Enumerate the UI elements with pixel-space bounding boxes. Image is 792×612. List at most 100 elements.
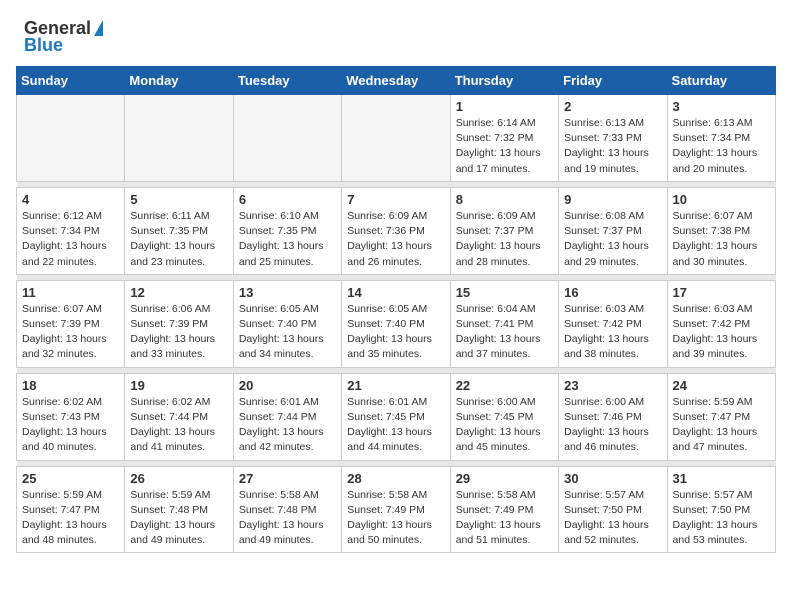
day-detail: Sunrise: 5:57 AMSunset: 7:50 PMDaylight:… <box>564 488 661 549</box>
day-number: 6 <box>239 192 336 207</box>
day-number: 5 <box>130 192 227 207</box>
day-number: 10 <box>673 192 770 207</box>
calendar-cell: 15 Sunrise: 6:04 AMSunset: 7:41 PMDayligh… <box>450 280 558 367</box>
day-number: 1 <box>456 99 553 114</box>
calendar-cell: 30 Sunrise: 5:57 AMSunset: 7:50 PMDayligh… <box>559 466 667 553</box>
calendar-body: 1 Sunrise: 6:14 AMSunset: 7:32 PMDaylight… <box>17 95 776 553</box>
day-detail: Sunrise: 6:03 AMSunset: 7:42 PMDaylight:… <box>564 302 661 363</box>
day-number: 15 <box>456 285 553 300</box>
day-number: 16 <box>564 285 661 300</box>
day-detail: Sunrise: 6:13 AMSunset: 7:33 PMDaylight:… <box>564 116 661 177</box>
calendar-cell <box>125 95 233 182</box>
calendar-cell <box>233 95 341 182</box>
day-detail: Sunrise: 6:06 AMSunset: 7:39 PMDaylight:… <box>130 302 227 363</box>
weekday-row: SundayMondayTuesdayWednesdayThursdayFrid… <box>17 67 776 95</box>
calendar-cell: 13 Sunrise: 6:05 AMSunset: 7:40 PMDayligh… <box>233 280 341 367</box>
calendar-cell <box>342 95 450 182</box>
day-detail: Sunrise: 5:58 AMSunset: 7:48 PMDaylight:… <box>239 488 336 549</box>
day-number: 30 <box>564 471 661 486</box>
calendar-cell <box>17 95 125 182</box>
logo: General Blue <box>24 18 103 56</box>
day-number: 31 <box>673 471 770 486</box>
day-number: 9 <box>564 192 661 207</box>
calendar-header: SundayMondayTuesdayWednesdayThursdayFrid… <box>17 67 776 95</box>
day-number: 21 <box>347 378 444 393</box>
day-number: 18 <box>22 378 119 393</box>
day-number: 7 <box>347 192 444 207</box>
calendar-cell: 24 Sunrise: 5:59 AMSunset: 7:47 PMDayligh… <box>667 373 775 460</box>
calendar-cell: 7 Sunrise: 6:09 AMSunset: 7:36 PMDaylight… <box>342 187 450 274</box>
day-detail: Sunrise: 6:10 AMSunset: 7:35 PMDaylight:… <box>239 209 336 270</box>
calendar-cell: 26Sunrise: 5:59 AMSunset: 7:48 PMDayligh… <box>125 466 233 553</box>
day-number: 17 <box>673 285 770 300</box>
day-detail: Sunrise: 5:57 AMSunset: 7:50 PMDaylight:… <box>673 488 770 549</box>
week-row-4: 18 Sunrise: 6:02 AMSunset: 7:43 PMDayligh… <box>17 373 776 460</box>
day-detail: Sunrise: 6:13 AMSunset: 7:34 PMDaylight:… <box>673 116 770 177</box>
day-detail: Sunrise: 6:01 AMSunset: 7:44 PMDaylight:… <box>239 395 336 456</box>
day-number: 12 <box>130 285 227 300</box>
day-detail: Sunrise: 5:59 AMSunset: 7:47 PMDaylight:… <box>22 488 119 549</box>
calendar-cell: 1 Sunrise: 6:14 AMSunset: 7:32 PMDaylight… <box>450 95 558 182</box>
week-row-2: 4 Sunrise: 6:12 AMSunset: 7:34 PMDaylight… <box>17 187 776 274</box>
weekday-header-sunday: Sunday <box>17 67 125 95</box>
week-row-3: 11Sunrise: 6:07 AMSunset: 7:39 PMDayligh… <box>17 280 776 367</box>
calendar-cell: 17Sunrise: 6:03 AMSunset: 7:42 PMDayligh… <box>667 280 775 367</box>
day-number: 14 <box>347 285 444 300</box>
calendar-cell: 18 Sunrise: 6:02 AMSunset: 7:43 PMDayligh… <box>17 373 125 460</box>
day-detail: Sunrise: 5:59 AMSunset: 7:47 PMDaylight:… <box>673 395 770 456</box>
calendar-cell: 5 Sunrise: 6:11 AMSunset: 7:35 PMDaylight… <box>125 187 233 274</box>
day-number: 4 <box>22 192 119 207</box>
week-row-5: 25 Sunrise: 5:59 AMSunset: 7:47 PMDayligh… <box>17 466 776 553</box>
calendar-cell: 16 Sunrise: 6:03 AMSunset: 7:42 PMDayligh… <box>559 280 667 367</box>
day-detail: Sunrise: 6:14 AMSunset: 7:32 PMDaylight:… <box>456 116 553 177</box>
calendar-cell: 3 Sunrise: 6:13 AMSunset: 7:34 PMDaylight… <box>667 95 775 182</box>
weekday-header-thursday: Thursday <box>450 67 558 95</box>
day-number: 23 <box>564 378 661 393</box>
day-detail: Sunrise: 6:09 AMSunset: 7:36 PMDaylight:… <box>347 209 444 270</box>
day-detail: Sunrise: 6:09 AMSunset: 7:37 PMDaylight:… <box>456 209 553 270</box>
weekday-header-monday: Monday <box>125 67 233 95</box>
day-detail: Sunrise: 6:02 AMSunset: 7:44 PMDaylight:… <box>130 395 227 456</box>
day-number: 29 <box>456 471 553 486</box>
calendar-cell: 22Sunrise: 6:00 AMSunset: 7:45 PMDayligh… <box>450 373 558 460</box>
week-row-1: 1 Sunrise: 6:14 AMSunset: 7:32 PMDaylight… <box>17 95 776 182</box>
day-detail: Sunrise: 6:07 AMSunset: 7:38 PMDaylight:… <box>673 209 770 270</box>
calendar-cell: 23 Sunrise: 6:00 AMSunset: 7:46 PMDayligh… <box>559 373 667 460</box>
page-header: General Blue <box>0 0 792 66</box>
day-number: 25 <box>22 471 119 486</box>
calendar-cell: 20Sunrise: 6:01 AMSunset: 7:44 PMDayligh… <box>233 373 341 460</box>
day-detail: Sunrise: 6:00 AMSunset: 7:45 PMDaylight:… <box>456 395 553 456</box>
logo-triangle-icon <box>94 20 103 36</box>
calendar-cell: 10 Sunrise: 6:07 AMSunset: 7:38 PMDayligh… <box>667 187 775 274</box>
day-number: 27 <box>239 471 336 486</box>
calendar-table: SundayMondayTuesdayWednesdayThursdayFrid… <box>16 66 776 553</box>
day-detail: Sunrise: 6:05 AMSunset: 7:40 PMDaylight:… <box>239 302 336 363</box>
day-detail: Sunrise: 6:07 AMSunset: 7:39 PMDaylight:… <box>22 302 119 363</box>
calendar-cell: 6 Sunrise: 6:10 AMSunset: 7:35 PMDaylight… <box>233 187 341 274</box>
calendar: SundayMondayTuesdayWednesdayThursdayFrid… <box>0 66 792 569</box>
day-detail: Sunrise: 5:59 AMSunset: 7:48 PMDaylight:… <box>130 488 227 549</box>
weekday-header-friday: Friday <box>559 67 667 95</box>
day-detail: Sunrise: 6:04 AMSunset: 7:41 PMDaylight:… <box>456 302 553 363</box>
calendar-cell: 14 Sunrise: 6:05 AMSunset: 7:40 PMDayligh… <box>342 280 450 367</box>
day-number: 2 <box>564 99 661 114</box>
day-number: 8 <box>456 192 553 207</box>
day-detail: Sunrise: 6:11 AMSunset: 7:35 PMDaylight:… <box>130 209 227 270</box>
calendar-cell: 19Sunrise: 6:02 AMSunset: 7:44 PMDayligh… <box>125 373 233 460</box>
day-detail: Sunrise: 6:05 AMSunset: 7:40 PMDaylight:… <box>347 302 444 363</box>
day-number: 24 <box>673 378 770 393</box>
calendar-cell: 29Sunrise: 5:58 AMSunset: 7:49 PMDayligh… <box>450 466 558 553</box>
logo-blue-text: Blue <box>24 35 63 56</box>
calendar-cell: 21Sunrise: 6:01 AMSunset: 7:45 PMDayligh… <box>342 373 450 460</box>
day-detail: Sunrise: 6:12 AMSunset: 7:34 PMDaylight:… <box>22 209 119 270</box>
weekday-header-saturday: Saturday <box>667 67 775 95</box>
day-number: 28 <box>347 471 444 486</box>
calendar-cell: 25 Sunrise: 5:59 AMSunset: 7:47 PMDayligh… <box>17 466 125 553</box>
day-number: 3 <box>673 99 770 114</box>
calendar-cell: 9Sunrise: 6:08 AMSunset: 7:37 PMDaylight… <box>559 187 667 274</box>
day-detail: Sunrise: 6:00 AMSunset: 7:46 PMDaylight:… <box>564 395 661 456</box>
calendar-cell: 31 Sunrise: 5:57 AMSunset: 7:50 PMDayligh… <box>667 466 775 553</box>
day-number: 13 <box>239 285 336 300</box>
calendar-cell: 4 Sunrise: 6:12 AMSunset: 7:34 PMDaylight… <box>17 187 125 274</box>
day-detail: Sunrise: 6:02 AMSunset: 7:43 PMDaylight:… <box>22 395 119 456</box>
